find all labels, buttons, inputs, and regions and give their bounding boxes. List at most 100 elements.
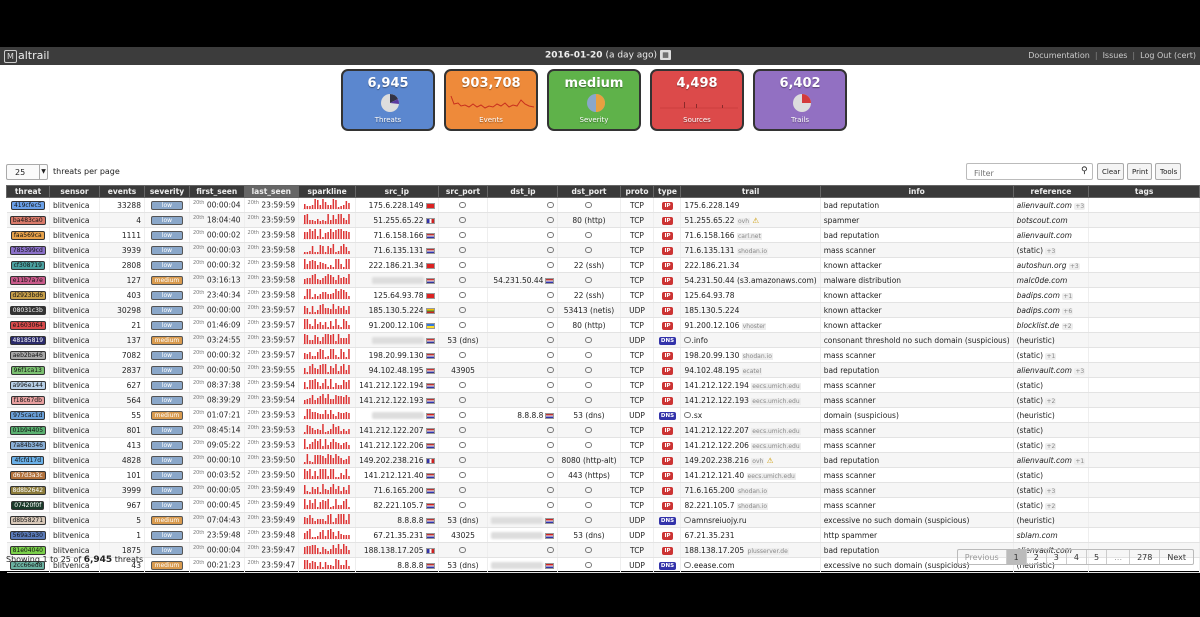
- comment-icon[interactable]: [585, 336, 593, 343]
- comment-icon[interactable]: [585, 486, 593, 493]
- reference-extra[interactable]: +3: [1045, 487, 1057, 495]
- src-ip[interactable]: 94.102.48.195: [369, 366, 424, 375]
- column-header-last-seen[interactable]: last_seen: [243, 185, 300, 198]
- tags-cell[interactable]: [1088, 272, 1200, 288]
- comment-icon[interactable]: [547, 351, 555, 358]
- threat-tag[interactable]: 569a3a30: [9, 531, 46, 540]
- table-row[interactable]: ba483ca0 blitvenica 4 low 20th 18:04:40 20th …: [6, 212, 1200, 228]
- pager-page-2[interactable]: 2: [1027, 550, 1047, 564]
- table-row[interactable]: 7a84b346 blitvenica 413 low 20th 09:05:22 20t…: [6, 437, 1200, 453]
- comment-icon[interactable]: [585, 426, 593, 433]
- comment-icon[interactable]: [459, 321, 467, 328]
- reference-value[interactable]: alienvault.com: [1017, 201, 1072, 210]
- table-row[interactable]: f18c67db blitvenica 564 low 20th 08:39:29 20t…: [6, 392, 1200, 408]
- logo[interactable]: Maltrail: [4, 49, 50, 63]
- pager-page-5[interactable]: 5: [1087, 550, 1108, 564]
- comment-icon[interactable]: [547, 201, 555, 208]
- threat-cell[interactable]: 4fcfd17d: [6, 452, 51, 468]
- tags-cell[interactable]: [1088, 497, 1200, 513]
- tools-button[interactable]: Tools: [1155, 163, 1181, 180]
- threat-tag[interactable]: 96f1ca13: [10, 366, 45, 375]
- src-ip[interactable]: 8.8.8.8: [397, 561, 423, 570]
- threat-tag[interactable]: 01b94405: [9, 426, 47, 435]
- threat-tag[interactable]: e11b7a7e: [9, 276, 46, 285]
- threat-tag[interactable]: aeb2ba46: [9, 351, 46, 360]
- column-header-severity[interactable]: severity: [143, 185, 190, 198]
- trail-value[interactable]: 71.6.135.131: [684, 246, 734, 255]
- threat-tag[interactable]: f18c67db: [10, 396, 45, 405]
- reference-extra[interactable]: +2: [1045, 442, 1057, 450]
- reference-extra[interactable]: +2: [1061, 322, 1073, 330]
- reference-extra[interactable]: +1: [1062, 292, 1074, 300]
- comment-icon[interactable]: [459, 246, 467, 253]
- trail-value[interactable]: 94.102.48.195: [684, 366, 739, 375]
- threat-cell[interactable]: 785399cd: [6, 242, 51, 258]
- trail-value[interactable]: 71.6.158.166: [684, 231, 734, 240]
- trail-value[interactable]: 141.212.121.40: [684, 471, 744, 480]
- threat-tag[interactable]: cf308719: [10, 261, 45, 270]
- threat-tag[interactable]: ba483ca0: [9, 216, 46, 225]
- trail-value[interactable]: 149.202.238.216: [684, 456, 748, 465]
- threat-cell[interactable]: 96f1ca13: [6, 362, 51, 378]
- reference-extra[interactable]: +2: [1045, 502, 1057, 510]
- threat-tag[interactable]: d2923bd6: [9, 291, 47, 300]
- reference-value[interactable]: alienvault.com: [1017, 366, 1072, 375]
- comment-icon[interactable]: [547, 246, 555, 253]
- comment-icon[interactable]: [585, 351, 593, 358]
- column-header-sensor[interactable]: sensor: [49, 185, 101, 198]
- pager-ellipsis[interactable]: …: [1107, 550, 1131, 564]
- comment-icon[interactable]: [547, 291, 555, 298]
- tags-cell[interactable]: [1088, 392, 1200, 408]
- comment-icon[interactable]: [459, 291, 467, 298]
- sources-card[interactable]: 4,498 Sources: [650, 69, 744, 131]
- src-ip[interactable]: 51.255.65.22: [373, 216, 423, 225]
- column-header-src-ip[interactable]: src_ip: [355, 185, 439, 198]
- reference-value[interactable]: (static): [1017, 381, 1043, 390]
- src-ip[interactable]: 71.6.135.131: [373, 246, 423, 255]
- src-ip[interactable]: 141.212.122.194: [359, 381, 423, 390]
- trail-value[interactable]: amnsreiuojy.ru: [691, 516, 746, 525]
- trail-value[interactable]: 67.21.35.231: [684, 531, 734, 540]
- reference-extra[interactable]: +3: [1045, 247, 1057, 255]
- reference-extra[interactable]: +1: [1045, 352, 1057, 360]
- reference-value[interactable]: (static): [1017, 351, 1043, 360]
- column-header-proto[interactable]: proto: [619, 185, 655, 198]
- threat-tag[interactable]: 48185819: [9, 336, 47, 345]
- comment-icon[interactable]: [585, 516, 593, 523]
- comment-icon[interactable]: [585, 546, 593, 553]
- comment-icon[interactable]: [459, 216, 467, 223]
- comment-icon[interactable]: [459, 411, 467, 418]
- threat-tag[interactable]: 419cfec5: [10, 201, 45, 210]
- tags-cell[interactable]: [1088, 242, 1200, 258]
- reference-value[interactable]: (static): [1017, 471, 1043, 480]
- threat-tag[interactable]: 975cac1d: [10, 411, 46, 420]
- comment-icon[interactable]: [459, 546, 467, 553]
- table-row[interactable]: e1603064 blitvenica 21 low 20th 01:46:09 20th…: [6, 317, 1200, 333]
- threat-tag[interactable]: 785399cd: [9, 246, 46, 255]
- reference-value[interactable]: malc0de.com: [1017, 276, 1068, 285]
- comment-icon[interactable]: [585, 201, 593, 208]
- table-row[interactable]: 8d8b2642 blitvenica 3999 low 20th 00:00:05 20…: [6, 482, 1200, 498]
- tags-cell[interactable]: [1088, 332, 1200, 348]
- comment-icon[interactable]: [585, 381, 593, 388]
- dst-ip[interactable]: 8.8.8.8: [517, 411, 543, 420]
- threat-tag[interactable]: 08031c3b: [9, 306, 46, 315]
- pager-next[interactable]: Next: [1160, 550, 1193, 564]
- reference-extra[interactable]: +2: [1045, 397, 1057, 405]
- src-ip[interactable]: 71.6.158.166: [373, 231, 423, 240]
- trail-value[interactable]: 222.186.21.34: [684, 261, 739, 270]
- pager-page-4[interactable]: 4: [1067, 550, 1087, 564]
- threat-cell[interactable]: cf308719: [6, 257, 51, 273]
- table-row[interactable]: e11b7a7e blitvenica 127 medium 20th 03:16:13…: [6, 272, 1200, 288]
- src-ip[interactable]: 67.21.35.231: [373, 531, 423, 540]
- threat-tag[interactable]: 7a84b346: [9, 441, 46, 450]
- pager-page-1[interactable]: 1: [1006, 550, 1027, 564]
- src-ip[interactable]: 222.186.21.34: [369, 261, 424, 270]
- tags-cell[interactable]: [1088, 362, 1200, 378]
- trail-value[interactable]: 54.231.50.44 (s3.amazonaws.com): [684, 276, 816, 285]
- threat-cell[interactable]: 419cfec5: [6, 197, 51, 213]
- src-ip[interactable]: 141.212.122.193: [359, 396, 423, 405]
- comment-icon[interactable]: [547, 366, 555, 373]
- tags-cell[interactable]: [1088, 347, 1200, 363]
- pager-previous[interactable]: Previous: [958, 550, 1007, 564]
